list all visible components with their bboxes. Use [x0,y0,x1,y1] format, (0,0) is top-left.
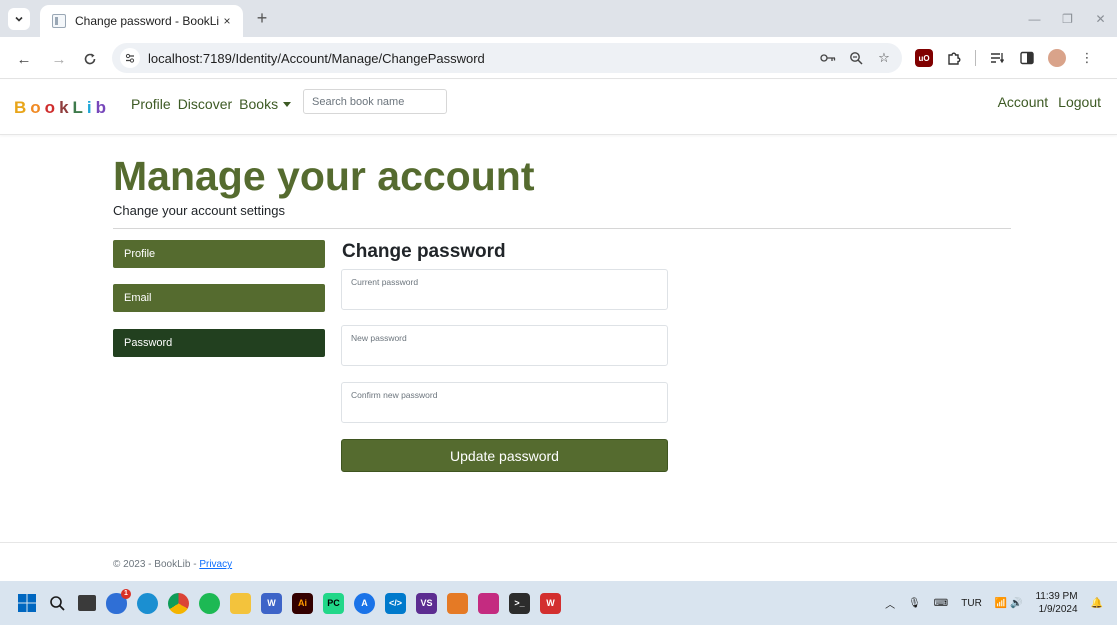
language-indicator[interactable]: TUR [961,598,982,609]
confirm-password-field[interactable]: Confirm new password [341,382,668,423]
book-search-input[interactable] [303,89,447,114]
browser-tab[interactable]: Change password - BookLib × [40,5,243,37]
taskbar-apps: 1 W Ai PC A </> VS >_ W [16,581,561,625]
nav-dropdown-books[interactable]: Books [239,96,292,112]
browser-tabstrip: Change password - BookLib × + — ❐ ✕ [0,0,1117,37]
sidebar-item-email[interactable]: Email [113,284,325,312]
task-view-icon[interactable] [78,595,96,611]
extensions-puzzle-icon[interactable] [945,49,963,67]
password-key-icon[interactable] [820,50,836,66]
illustrator-icon[interactable]: Ai [292,592,313,614]
weather-widget-icon[interactable]: 1 [106,588,131,614]
nav-link-logout[interactable]: Logout [1058,94,1101,110]
bookmark-star-icon[interactable]: ☆ [876,50,892,66]
paint-app-icon[interactable] [447,592,468,614]
visual-studio-icon[interactable]: VS [416,592,437,614]
page-title: Manage your account [113,153,535,199]
forward-arrow-icon[interactable]: → [49,49,69,69]
sidebar-item-password[interactable]: Password [113,329,325,357]
pycharm-icon[interactable]: PC [323,592,344,614]
file-explorer-icon[interactable] [230,592,251,614]
nav-link-account[interactable]: Account [998,94,1049,110]
chrome-icon[interactable] [168,592,189,614]
nav-link-discover[interactable]: Discover [178,96,232,112]
copyright-text: © 2023 - BookLib - [113,559,200,570]
form-title: Change password [342,241,506,262]
vscode-icon[interactable]: </> [385,592,406,614]
window-controls: — ❐ ✕ [1018,0,1117,37]
clock-time: 11:39 PM [1035,591,1078,602]
update-password-button[interactable]: Update password [341,439,668,472]
search-icon[interactable] [47,593,68,614]
clock-date: 1/9/2024 [1038,604,1078,615]
page-subtitle: Change your account settings [113,203,285,218]
nav-links: Profile Discover Books [131,94,292,114]
zoom-icon[interactable] [848,50,864,66]
profile-avatar[interactable] [1048,49,1066,67]
tab-title: Change password - BookLib [75,14,219,28]
address-bar-actions: ☆ [820,50,902,66]
windows-start-icon[interactable] [16,593,37,614]
nav-account-links: Account Logout [998,94,1101,110]
edge-browser-icon[interactable] [137,592,158,614]
footer-text: © 2023 - BookLib - Privacy [113,559,232,570]
address-bar[interactable]: localhost:7189/Identity/Account/Manage/C… [112,43,902,73]
page-favicon-icon [52,14,66,28]
microphone-icon[interactable]: 🎙 [908,598,921,609]
wps-office-icon[interactable]: W [540,592,561,614]
new-tab-button[interactable]: + [252,9,272,29]
ublock-extension-icon[interactable]: uO [915,49,933,67]
divider [113,228,1011,229]
chevron-up-icon[interactable]: ︿ [885,596,895,611]
browser-menu-icon[interactable]: ⋮ [1078,49,1096,67]
books-label: Books [239,96,279,112]
url-text: localhost:7189/Identity/Account/Manage/C… [148,50,485,66]
snipping-tool-icon[interactable] [478,592,499,614]
side-panel-icon[interactable] [1018,49,1036,67]
keyboard-icon[interactable]: ⌨ [934,598,948,609]
back-arrow-icon[interactable]: ← [14,49,34,69]
toolbar-divider [975,50,976,66]
clock[interactable]: 11:39 PM 1/9/2024 [1035,590,1077,616]
tab-search-button[interactable] [8,8,30,30]
confirm-password-label: Confirm new password [351,390,438,400]
browser-toolbar: ← → localhost:7189/Identity/Account/Mana… [0,37,1117,79]
vpn-app-icon[interactable]: W [261,592,282,614]
minimize-icon[interactable]: — [1018,0,1051,37]
sidebar-item-profile[interactable]: Profile [113,240,325,268]
new-password-field[interactable]: New password [341,325,668,366]
close-window-icon[interactable]: ✕ [1084,0,1117,37]
android-studio-icon[interactable]: A [354,592,375,614]
caret-down-icon [283,102,292,107]
new-password-label: New password [351,333,407,343]
site-info-icon[interactable] [120,48,140,68]
wifi-volume-battery-icon[interactable]: 📶 🔊 [995,598,1023,609]
privacy-link[interactable]: Privacy [199,559,232,570]
current-password-field[interactable]: Current password [341,269,668,310]
toolbar-extensions: uO ⋮ [915,48,1096,68]
close-tab-icon[interactable]: × [219,14,235,28]
notification-badge: 1 [121,588,131,599]
nav-link-profile[interactable]: Profile [131,96,171,112]
terminal-icon[interactable]: >_ [509,592,530,614]
reload-icon[interactable] [80,49,100,69]
restore-icon[interactable]: ❐ [1051,0,1084,37]
system-tray: ︿ 🎙 ⌨ TUR 📶 🔊 11:39 PM 1/9/2024 🔔 [885,581,1103,625]
windows-taskbar: 1 W Ai PC A </> VS >_ W ︿ 🎙 ⌨ TUR 📶 🔊 11… [0,581,1117,625]
notification-bell-icon[interactable]: 🔔 [1091,598,1103,609]
site-navbar: BookLib Profile Discover Books Account L… [0,80,1117,135]
chevron-down-icon [15,16,23,22]
site-footer: © 2023 - BookLib - Privacy [0,542,1117,581]
current-password-label: Current password [351,277,419,287]
reading-list-icon[interactable] [988,49,1006,67]
booklib-logo[interactable]: BookLib [14,98,110,118]
spotify-icon[interactable] [199,592,220,614]
